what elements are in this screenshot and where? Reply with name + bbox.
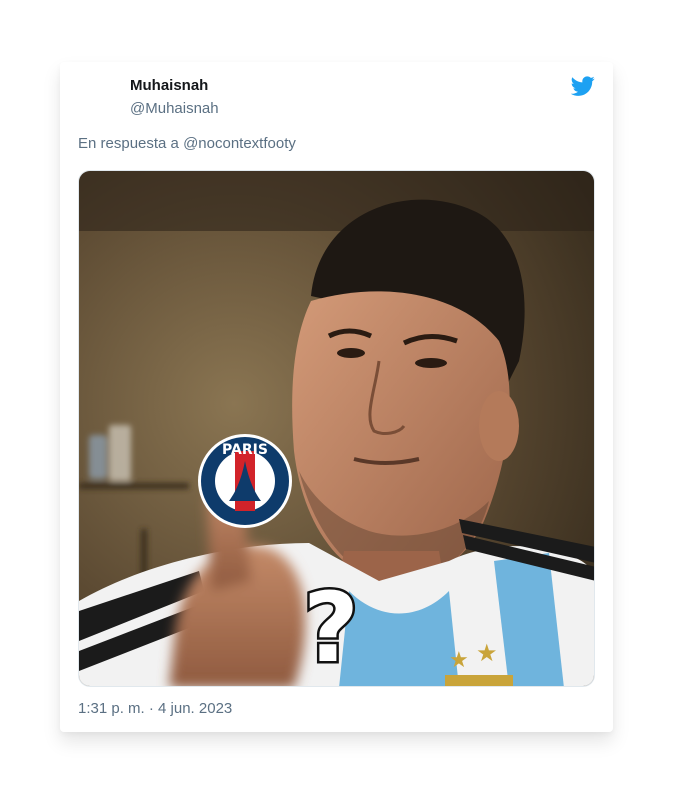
- twitter-bird-icon[interactable]: [571, 74, 595, 98]
- reply-mention-link[interactable]: @nocontextfooty: [183, 135, 296, 152]
- user-handle[interactable]: @Muhaisnah: [130, 100, 219, 117]
- display-name[interactable]: Muhaisnah: [130, 77, 208, 94]
- avatar[interactable]: [78, 76, 122, 120]
- tweet-card: Muhaisnah @Muhaisnah En respuesta a @noc…: [60, 62, 613, 732]
- question-mark-overlay: ?: [303, 572, 359, 684]
- tweet-timestamp[interactable]: 1:31 p. m. · 4 jun. 2023: [78, 700, 232, 717]
- badge-text: PARIS: [222, 442, 268, 458]
- paris-badge: PARIS: [198, 434, 292, 528]
- meme-photo: ★ ★ PARIS ?: [79, 171, 594, 686]
- star-icon: ★: [449, 648, 469, 673]
- star-icon: ★: [476, 639, 498, 667]
- reply-context: En respuesta a @nocontextfooty: [78, 135, 296, 152]
- tweet-image[interactable]: ★ ★ PARIS ?: [78, 170, 595, 687]
- reply-prefix: En respuesta a: [78, 135, 179, 152]
